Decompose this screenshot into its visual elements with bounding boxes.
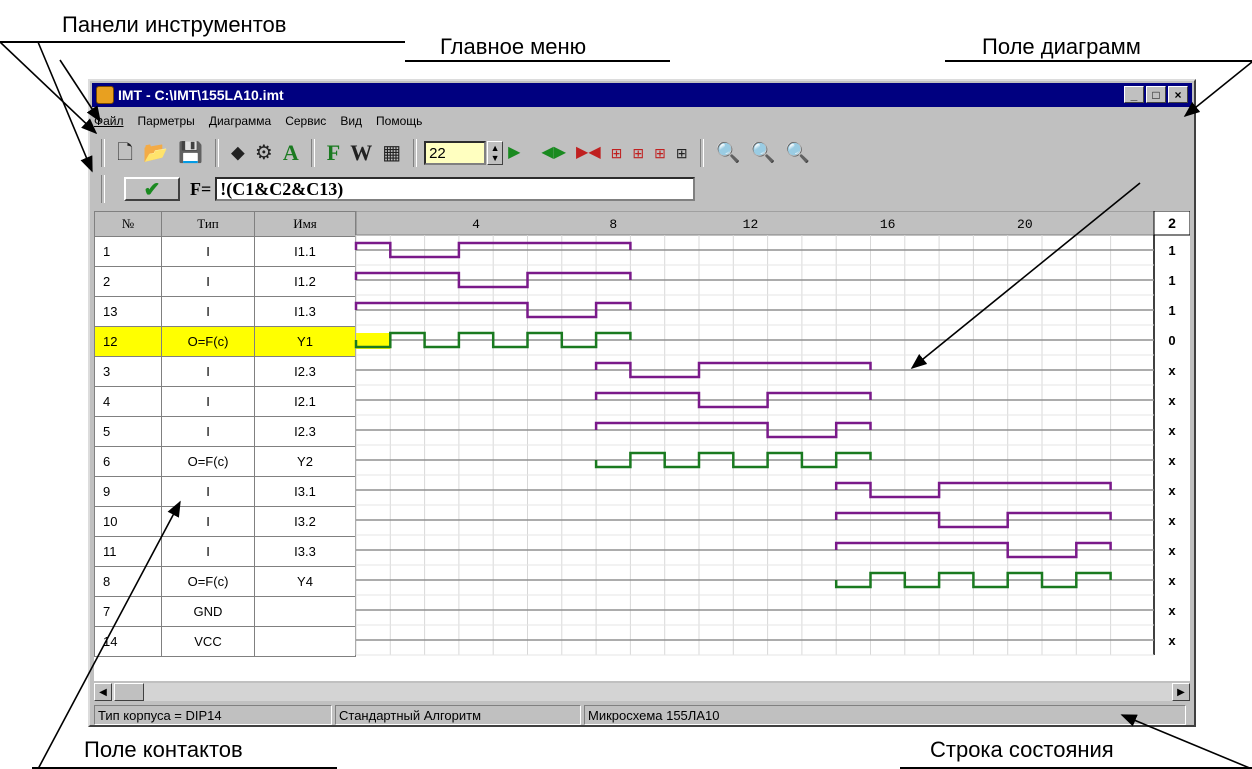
chip-icon[interactable]: ⬥ [231, 143, 245, 163]
minimize-button[interactable]: _ [1124, 86, 1144, 103]
state-column-header: 2 [1168, 215, 1176, 231]
write-w-icon[interactable]: W [350, 142, 372, 164]
status-package: Тип корпуса = DIP14 [94, 705, 332, 725]
diagram-area: № Тип Имя 1 I I1.1 2 I I1.2 13 I I1.3 12 O=F(c) Y1 3… [94, 211, 1190, 681]
toolbar: 🗋 📂 💾 ⬥ ⚙ A F W ▦ 22 ▲ ▼ ▶ ◀▶ ▶◀ ⊞ ⊞ ⊞ ⊞ … [94, 135, 1190, 171]
pin-state-value: 1 [1168, 243, 1175, 258]
collapse-horizontal-icon[interactable]: ▶◀ [576, 145, 601, 161]
callout-toolbars-underline [0, 41, 405, 43]
callout-diagram-field: Поле диаграмм [982, 34, 1141, 59]
window-controls: _ □ × [1124, 86, 1188, 103]
function-f-icon[interactable]: F [327, 142, 340, 164]
grid-mode-4-icon[interactable]: ⊞ [676, 146, 688, 160]
pin-state-value: 0 [1168, 333, 1175, 348]
callout-contacts-field: Поле контактов [84, 737, 243, 762]
menu-help[interactable]: Помощь [376, 114, 422, 128]
step-spinner-arrows[interactable]: ▲ ▼ [487, 141, 504, 165]
open-folder-icon[interactable]: 📂 [143, 143, 168, 163]
scroll-left-arrow-icon[interactable]: ◀ [94, 683, 112, 701]
pin-state-value: x [1168, 513, 1176, 528]
pin-state-value: 1 [1168, 303, 1175, 318]
timing-diagram[interactable]: 4 8 12 16 20 21110xxxxxxxxxx [94, 211, 1190, 681]
pin-state-value: x [1168, 633, 1176, 648]
timeline-tick-label: 8 [609, 217, 617, 232]
table-icon[interactable]: ▦ [382, 143, 401, 163]
settings-gear-icon[interactable]: ⚙ [255, 143, 273, 163]
timeline-tick-label: 12 [743, 217, 759, 232]
grid-mode-1-icon[interactable]: ⊞ [611, 146, 623, 160]
algorithm-a-icon[interactable]: A [283, 142, 299, 164]
menu-parameters[interactable]: Парметры [138, 114, 195, 128]
app-window: IMT - C:\IMT\155LA10.imt _ □ × Файл Парм… [88, 79, 1196, 727]
pin-state-value: x [1168, 543, 1176, 558]
pin-state-value: x [1168, 453, 1176, 468]
timeline-tick-label: 20 [1017, 217, 1033, 232]
title-bar[interactable]: IMT - C:\IMT\155LA10.imt _ □ × [92, 83, 1192, 107]
expand-horizontal-icon[interactable]: ◀▶ [541, 145, 566, 161]
apply-formula-button[interactable]: ✔ [124, 177, 180, 201]
status-chip: Микросхема 155ЛА10 [584, 705, 1186, 725]
pin-state-value: x [1168, 483, 1176, 498]
scroll-right-arrow-icon[interactable]: ▶ [1172, 683, 1190, 701]
new-file-icon[interactable]: 🗋 [117, 143, 133, 163]
callout-diagram-field-underline [945, 60, 1252, 62]
step-spinner-input[interactable]: 22 [424, 141, 487, 165]
timeline-tick-label: 4 [472, 217, 480, 232]
callout-status-line: Строка состояния [930, 737, 1114, 762]
menu-diagram[interactable]: Диаграмма [209, 114, 271, 128]
toolbar-grip [101, 139, 105, 167]
pin-state-value: x [1168, 423, 1176, 438]
pin-state-value: x [1168, 603, 1176, 618]
pin-state-value: x [1168, 573, 1176, 588]
formula-label: F= [190, 178, 212, 199]
callout-toolbars: Панели инструментов [62, 12, 287, 37]
menu-service[interactable]: Сервис [285, 114, 326, 128]
maximize-button[interactable]: □ [1146, 86, 1166, 103]
status-bar: Тип корпуса = DIP14 Стандартный Алгоритм… [94, 705, 1190, 725]
zoom-reset-icon[interactable]: 🔍 [785, 143, 810, 163]
formula-bar: ✔ F= !(C1&C2&C13) [94, 174, 696, 204]
scroll-thumb[interactable] [114, 683, 144, 701]
callout-main-menu-underline [405, 60, 670, 62]
main-menu: Файл Парметры Диаграмма Сервис Вид Помощ… [94, 111, 422, 131]
timeline-tick-label: 16 [880, 217, 896, 232]
pin-state-value: x [1168, 393, 1176, 408]
play-icon[interactable]: ▶ [508, 145, 520, 161]
save-icon[interactable]: 💾 [178, 143, 203, 163]
app-icon [96, 86, 114, 104]
zoom-out-icon[interactable]: 🔍 [716, 143, 741, 163]
grid-mode-2-icon[interactable]: ⊞ [632, 146, 644, 160]
callout-main-menu: Главное меню [440, 34, 587, 59]
menu-file[interactable]: Файл [94, 114, 124, 128]
status-algorithm: Стандартный Алгоритм [335, 705, 581, 725]
pin-state-value: 1 [1168, 273, 1175, 288]
window-title: IMT - C:\IMT\155LA10.imt [118, 87, 284, 103]
pin-state-value: x [1168, 363, 1176, 378]
zoom-in-icon[interactable]: 🔍 [750, 143, 775, 163]
close-button[interactable]: × [1168, 86, 1188, 103]
menu-view[interactable]: Вид [340, 114, 362, 128]
formula-input[interactable]: !(C1&C2&C13) [215, 177, 696, 201]
horizontal-scrollbar[interactable]: ◀ ▶ [94, 683, 1190, 701]
grid-mode-3-icon[interactable]: ⊞ [654, 146, 666, 160]
